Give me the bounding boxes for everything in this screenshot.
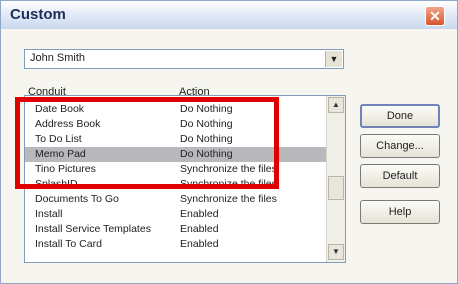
conduit-name: Install Service Templates	[35, 223, 151, 235]
chevron-down-icon: ▼	[329, 54, 339, 64]
list-item-selected[interactable]: Memo Pad Do Nothing	[25, 147, 327, 162]
close-button[interactable]: ✕	[425, 6, 445, 26]
list-item[interactable]: Install Service Templates Enabled	[25, 222, 327, 237]
list-item[interactable]: Tino Pictures Synchronize the files	[25, 162, 327, 177]
default-button[interactable]: Default	[360, 164, 440, 188]
help-button[interactable]: Help	[360, 200, 440, 224]
custom-dialog: Custom ✕ John Smith ▼ Conduit Action Dat…	[0, 0, 458, 284]
conduit-name: Date Book	[35, 103, 85, 115]
list-item[interactable]: Install To Card Enabled	[25, 237, 327, 252]
list-item[interactable]: SplashID Synchronize the files	[25, 177, 327, 192]
dropdown-button[interactable]: ▼	[325, 51, 342, 67]
conduit-action: Synchronize the files	[180, 178, 277, 190]
conduit-name: Address Book	[35, 118, 101, 130]
conduit-action: Synchronize the files	[180, 163, 277, 175]
chevron-down-icon: ▼	[332, 247, 340, 256]
conduit-name: Install To Card	[35, 238, 102, 250]
title-bar: Custom ✕	[1, 1, 457, 29]
done-button[interactable]: Done	[360, 104, 440, 128]
conduit-action: Enabled	[180, 223, 219, 235]
close-icon: ✕	[429, 8, 441, 24]
conduit-name: SplashID	[35, 178, 78, 190]
change-button[interactable]: Change...	[360, 134, 440, 158]
scroll-down-button[interactable]: ▼	[328, 244, 344, 260]
list-item[interactable]: Address Book Do Nothing	[25, 117, 327, 132]
conduit-action: Do Nothing	[180, 118, 233, 130]
conduit-name: Memo Pad	[35, 148, 86, 160]
conduit-list[interactable]: Date Book Do Nothing Address Book Do Not…	[24, 95, 346, 263]
user-select-value: John Smith	[30, 52, 86, 64]
conduit-action: Do Nothing	[180, 133, 233, 145]
conduit-action: Enabled	[180, 208, 219, 220]
conduit-action: Enabled	[180, 238, 219, 250]
chevron-up-icon: ▲	[332, 100, 340, 109]
conduit-action: Do Nothing	[180, 148, 233, 160]
user-select[interactable]: John Smith ▼	[24, 49, 344, 69]
conduit-name: To Do List	[35, 133, 82, 145]
list-scrollbar[interactable]: ▲ ▼	[326, 96, 345, 262]
conduit-action: Do Nothing	[180, 103, 233, 115]
scroll-thumb[interactable]	[328, 176, 344, 200]
conduit-name: Documents To Go	[35, 193, 119, 205]
list-item[interactable]: Date Book Do Nothing	[25, 102, 327, 117]
window-title: Custom	[10, 6, 66, 23]
conduit-name: Tino Pictures	[35, 163, 96, 175]
list-item[interactable]: To Do List Do Nothing	[25, 132, 327, 147]
list-item[interactable]: Install Enabled	[25, 207, 327, 222]
scroll-up-button[interactable]: ▲	[328, 97, 344, 113]
conduit-name: Install	[35, 208, 63, 220]
conduit-action: Synchronize the files	[180, 193, 277, 205]
list-item[interactable]: Documents To Go Synchronize the files	[25, 192, 327, 207]
